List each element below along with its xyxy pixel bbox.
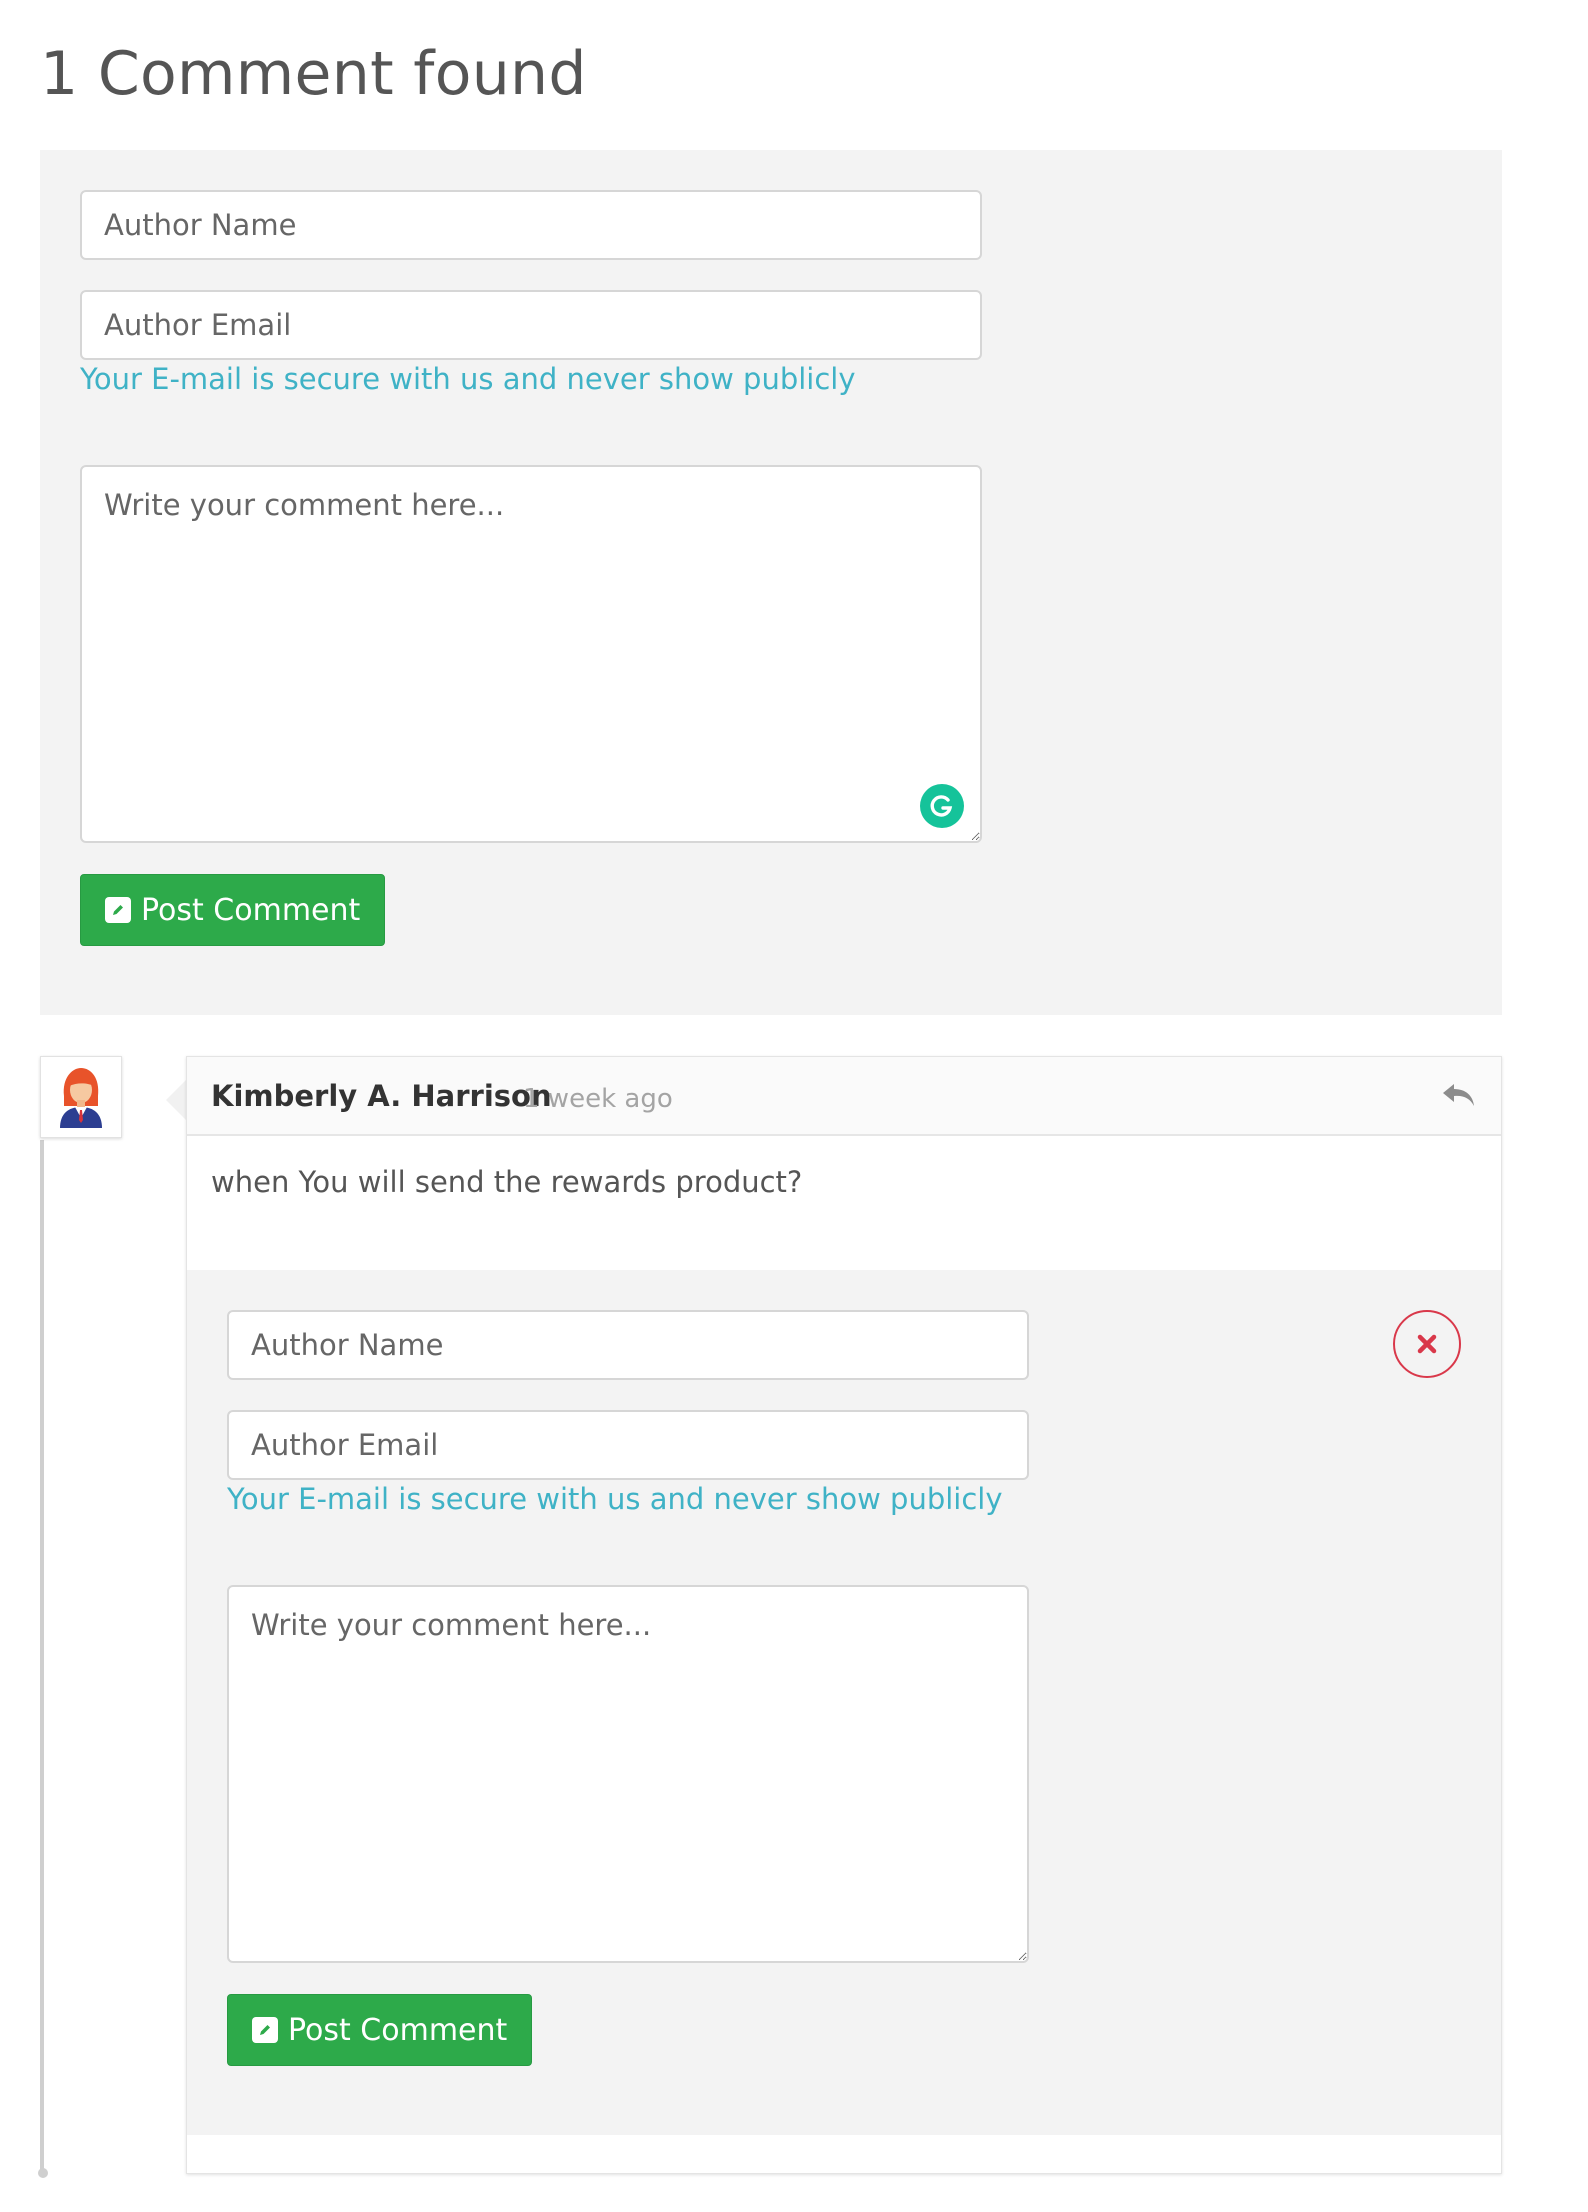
close-x-icon (1417, 1334, 1437, 1354)
post-comment-label: Post Comment (141, 892, 361, 928)
grammarly-icon[interactable] (920, 784, 964, 828)
comment-header: Kimberly A. Harrison 1 week ago (187, 1057, 1501, 1136)
woman-avatar-icon (60, 1068, 102, 1128)
thread-end-dot (38, 2168, 48, 2178)
reply-form: Your E-mail is secure with us and never … (187, 1270, 1501, 2135)
reply-post-comment-button[interactable]: Post Comment (227, 1994, 533, 2066)
email-privacy-note: Your E-mail is secure with us and never … (80, 362, 856, 396)
close-reply-button[interactable] (1393, 1310, 1461, 1378)
page-title: 1 Comment found (40, 39, 587, 109)
reply-comment-textarea[interactable] (227, 1585, 1029, 1963)
comment-card: Kimberly A. Harrison 1 week ago when You… (186, 1056, 1502, 2174)
pencil-square-icon (252, 2017, 278, 2043)
thread-line (40, 1140, 44, 2175)
avatar (40, 1056, 122, 1138)
comment-text: when You will send the rewards product? (211, 1165, 803, 1199)
comment-textarea[interactable] (80, 465, 982, 843)
comment-form: Your E-mail is secure with us and never … (40, 150, 1502, 1015)
reply-arrow-icon[interactable] (1439, 1075, 1479, 1115)
reply-author-name-input[interactable] (227, 1310, 1029, 1380)
comment-timestamp: 1 week ago (523, 1084, 673, 1114)
comment-author: Kimberly A. Harrison (211, 1079, 552, 1113)
post-comment-button[interactable]: Post Comment (80, 874, 386, 946)
reply-author-email-input[interactable] (227, 1410, 1029, 1480)
comment-pointer (166, 1080, 186, 1120)
pencil-square-icon (105, 897, 131, 923)
reply-post-comment-label: Post Comment (288, 2012, 508, 2048)
reply-email-privacy-note: Your E-mail is secure with us and never … (227, 1482, 1003, 1516)
author-email-input[interactable] (80, 290, 982, 360)
author-name-input[interactable] (80, 190, 982, 260)
